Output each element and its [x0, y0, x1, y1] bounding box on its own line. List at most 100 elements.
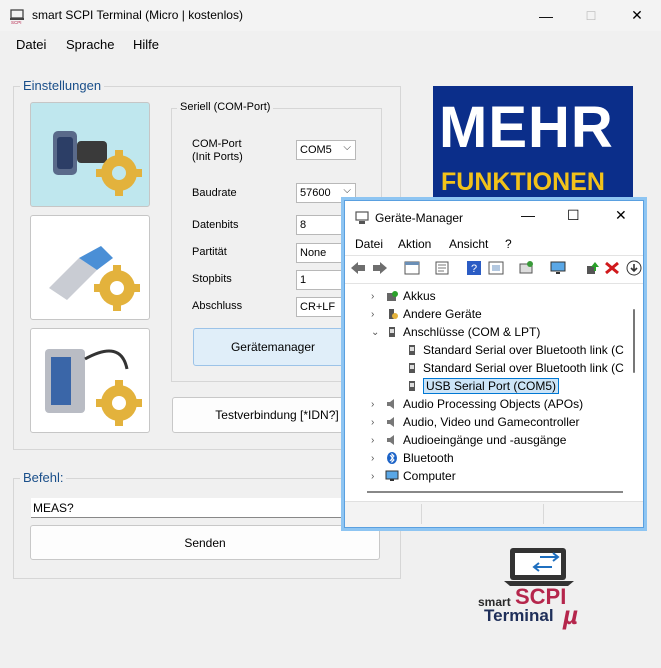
tree-item-anschluesse[interactable]: ⌄ Anschlüsse (COM & LPT) [371, 323, 540, 341]
dm-menu-datei[interactable]: Datei [355, 237, 383, 251]
show-hide-console-icon[interactable] [403, 260, 421, 276]
more-features-banner[interactable]: MEHR FUNKTIONEN [433, 86, 633, 204]
chevron-right-icon: › [371, 452, 375, 464]
tree-label: Andere Geräte [403, 307, 482, 321]
termination-label: Abschluss [192, 300, 243, 312]
bluetooth-icon [387, 452, 397, 464]
gpib-connector-icon [45, 349, 142, 426]
chevron-right-icon: › [371, 290, 375, 302]
menu-datei[interactable]: Datei [16, 37, 46, 52]
tree-item-audio-video[interactable]: › Audio, Video und Gamecontroller [371, 413, 580, 431]
close-button[interactable]: ✕ [614, 0, 660, 31]
svg-text:?: ? [471, 263, 477, 275]
gpib-image-button[interactable] [30, 328, 150, 433]
computer-icon [385, 470, 399, 481]
chevron-down-icon: ⌄ [371, 326, 380, 338]
dm-minimize-button[interactable]: — [521, 207, 535, 223]
monitor-icon[interactable] [549, 260, 567, 276]
dm-separator [345, 255, 643, 256]
tree-label: Akkus [403, 289, 436, 303]
resources-icon[interactable] [487, 260, 505, 276]
stopbits-label: Stopbits [192, 273, 232, 285]
menu-hilfe[interactable]: Hilfe [133, 37, 159, 52]
dm-menu-help[interactable]: ? [505, 237, 512, 251]
tree-label-selected: USB Serial Port (COM5) [423, 378, 560, 394]
chevron-down-icon: ⌵ [343, 185, 351, 196]
dm-toolbar-separator [345, 283, 643, 284]
network-cable-icon [49, 246, 140, 311]
unknown-device-icon [389, 309, 398, 319]
command-input[interactable]: MEAS? [31, 498, 351, 518]
maximize-button[interactable]: ☐ [568, 0, 614, 31]
com-port-select[interactable]: COM5 ⌵ [296, 140, 356, 160]
status-divider [543, 504, 544, 524]
databits-label: Datenbits [192, 219, 239, 231]
chevron-right-icon: › [371, 470, 375, 482]
settings-group-title: Einstellungen [20, 78, 105, 93]
tree-label: Audio Processing Objects (APOs) [403, 397, 584, 411]
command-group-title: Befehl: [20, 470, 67, 485]
banner-line1: MEHR [439, 95, 614, 160]
uninstall-icon[interactable] [603, 260, 621, 276]
chevron-right-icon: › [371, 308, 375, 320]
tree-label: Standard Serial over Bluetooth link (C [423, 361, 624, 375]
speaker-icon [387, 435, 394, 445]
databits-value: 8 [300, 219, 307, 231]
parity-label: Partität [192, 246, 227, 258]
chevron-right-icon: › [371, 416, 375, 428]
laptop-logo-icon [504, 548, 574, 586]
serial-port-image-button[interactable] [30, 102, 150, 207]
tree-item-audio-io[interactable]: › Audioeingänge und -ausgänge [371, 431, 566, 449]
dm-close-button[interactable]: ✕ [615, 207, 627, 224]
parity-value: None [300, 247, 327, 259]
tree-label: Bluetooth [403, 451, 454, 465]
tree-item-usb-serial-port[interactable]: USB Serial Port (COM5) [401, 377, 560, 395]
forward-arrow-icon[interactable] [371, 260, 389, 276]
tree-label: Anschlüsse (COM & LPT) [403, 325, 541, 339]
logo-terminal: Terminal [484, 606, 554, 625]
send-button[interactable]: Senden [30, 525, 380, 560]
speaker-icon [387, 417, 394, 427]
minimize-button[interactable]: — [523, 0, 569, 31]
tree-item-bt-serial-1[interactable]: Standard Serial over Bluetooth link (C [401, 341, 624, 359]
tree-item-bt-serial-2[interactable]: Standard Serial over Bluetooth link (C [401, 359, 624, 377]
menu-bar: Datei Sprache Hilfe [0, 31, 661, 57]
tree-item-akkus[interactable]: › Akkus [371, 287, 436, 305]
tree-item-computer[interactable]: › Computer [371, 467, 456, 485]
title-bar: SCPI smart SCPI Terminal (Micro | kosten… [0, 0, 661, 31]
help-icon[interactable]: ? [465, 260, 483, 276]
dm-menu-ansicht[interactable]: Ansicht [449, 237, 488, 251]
menu-sprache[interactable]: Sprache [66, 37, 114, 52]
back-arrow-icon[interactable] [349, 260, 367, 276]
tree-horizontal-scrollbar[interactable] [367, 491, 623, 493]
svg-text:SCPI: SCPI [11, 20, 22, 24]
dm-menu-aktion[interactable]: Aktion [398, 237, 431, 251]
tree-item-andere-geraete[interactable]: › Andere Geräte [371, 305, 482, 323]
network-image-button[interactable] [30, 215, 150, 320]
termination-value: CR+LF [300, 301, 336, 313]
update-driver-icon[interactable] [583, 260, 601, 276]
device-manager-window: Geräte-Manager — ☐ ✕ Datei Aktion Ansich… [344, 200, 644, 528]
serial-group-title: Seriell (COM-Port) [177, 101, 274, 113]
com-port-label: COM-Port (Init Ports) [192, 138, 243, 163]
disable-device-icon[interactable] [625, 260, 643, 276]
scan-hardware-icon[interactable] [517, 260, 535, 276]
battery-icon [387, 291, 398, 301]
status-divider [421, 504, 422, 524]
baudrate-value: 57600 [300, 187, 331, 199]
logo-mu: µ [563, 600, 578, 630]
device-tree: › Akkus › Andere Geräte ⌄ Anschlüsse (COM &… [345, 286, 635, 486]
dm-status-bar [345, 501, 643, 527]
tree-item-bluetooth[interactable]: › Bluetooth [371, 449, 454, 467]
device-manager-button[interactable]: Gerätemanager [193, 328, 353, 366]
device-manager-icon [355, 211, 369, 224]
port-icon [409, 363, 415, 373]
properties-icon[interactable] [433, 260, 451, 276]
chevron-right-icon: › [371, 434, 375, 446]
tree-vertical-scrollbar[interactable] [633, 309, 635, 373]
banner-line2: FUNKTIONEN [441, 168, 605, 196]
dm-maximize-button[interactable]: ☐ [567, 207, 580, 224]
tree-item-apos[interactable]: › Audio Processing Objects (APOs) [371, 395, 583, 413]
speaker-icon [387, 399, 394, 409]
port-icon [409, 381, 415, 391]
